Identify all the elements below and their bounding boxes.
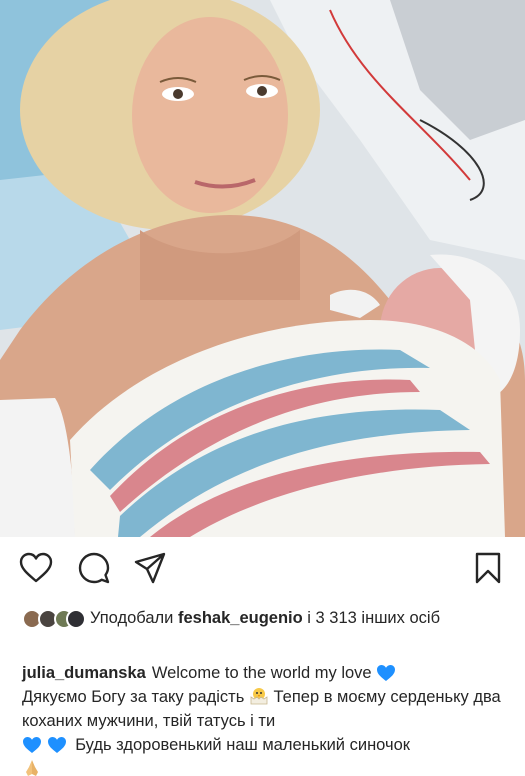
comment-button[interactable] [76,550,112,586]
post-photo-illustration [0,0,525,537]
post-photo[interactable] [0,0,525,537]
avatar [66,609,86,629]
save-button[interactable] [470,550,506,586]
caption-username[interactable]: julia_dumanska [22,664,146,682]
bookmark-icon [475,552,501,584]
share-icon [134,552,166,584]
blue-heart-emoji [47,737,66,753]
post-caption: julia_dumanska Welcome to the world my lo… [22,661,517,776]
hatching-chick-emoji [250,688,268,705]
likes-text: Уподобали feshak_eugenio і 3 313 інших о… [22,606,512,630]
action-bar [0,550,525,590]
caption-line-2: Дякуємо Богу за таку радість [22,688,245,706]
caption-line-4: Будь здоровенький наш маленький синочок [75,736,410,754]
caption-line-1: Welcome to the world my love [151,664,372,682]
liker-avatars [22,609,86,629]
share-button[interactable] [132,550,168,586]
liked-user-link[interactable]: feshak_eugenio [178,609,303,627]
likes-summary[interactable]: Уподобали feshak_eugenio і 3 313 інших о… [22,606,512,630]
folded-hands-emoji [26,760,38,776]
liked-suffix: і 3 313 інших осіб [307,609,441,627]
like-button[interactable] [18,550,54,586]
blue-heart-emoji [23,737,41,753]
liked-prefix: Уподобали [90,609,174,627]
blue-heart-emoji [377,665,396,681]
comment-icon [78,552,110,584]
heart-icon [19,552,53,583]
